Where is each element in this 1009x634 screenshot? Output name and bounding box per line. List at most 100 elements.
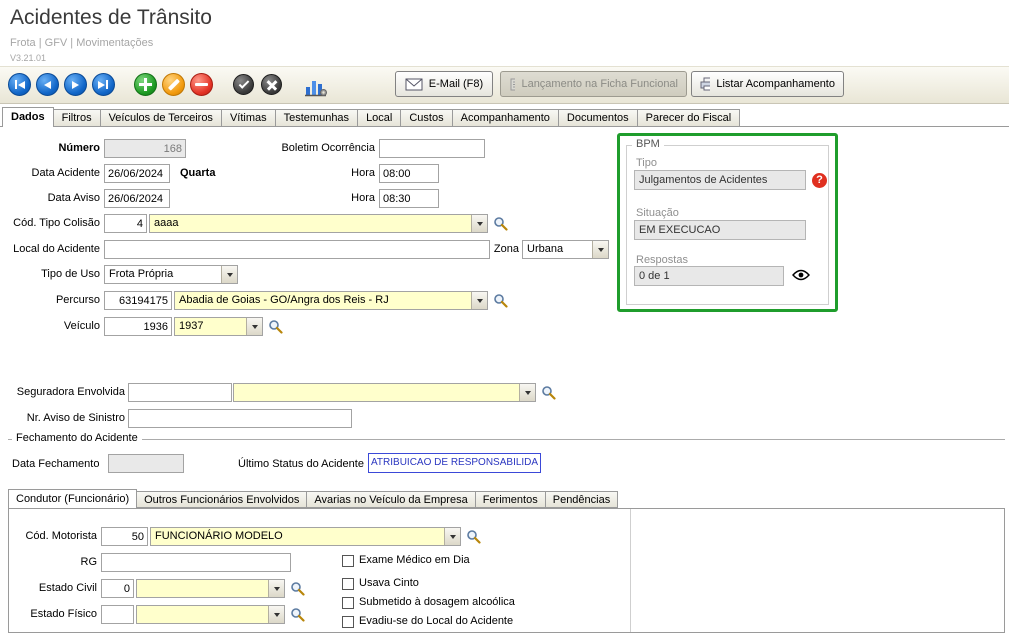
tab-acompanhamento[interactable]: Acompanhamento [453,109,559,127]
add-record-button[interactable] [134,73,157,96]
rg-label: RG [0,553,97,572]
fechamento-group-title: Fechamento do Acidente [12,432,142,444]
estado-civil-combo[interactable] [136,579,285,598]
dropdown-arrow-icon[interactable] [444,528,460,545]
version-label: V3.21.01 [10,53,46,63]
listar-acompanhamento-button[interactable]: Listar Acompanhamento [691,71,844,97]
subtab-pendencias[interactable]: Pendências [546,491,619,508]
percurso-combo[interactable]: Abadia de Goias - GO/Angra dos Reis - RJ [174,291,488,310]
last-bar-icon [106,80,109,89]
checkbox-row-exame-medico: Exame Médico em Dia [342,554,470,567]
bpm-help-icon[interactable]: ? [812,173,827,188]
tab-testemunhas[interactable]: Testemunhas [276,109,358,127]
subtab-avarias-veiculo[interactable]: Avarias no Veículo da Empresa [307,491,475,508]
data-aviso-field[interactable] [104,189,170,208]
seguradora-combo[interactable] [233,383,536,402]
zona-combo-value: Urbana [527,241,590,258]
delete-record-button[interactable] [190,73,213,96]
rg-field[interactable] [101,553,291,572]
dropdown-arrow-icon[interactable] [519,384,535,401]
plus-icon [139,78,152,91]
edit-record-button[interactable] [162,73,185,96]
nav-first-button[interactable] [8,73,31,96]
estado-civil-combo-value [141,580,266,597]
estado-fisico-code-field[interactable] [101,605,134,624]
estado-fisico-combo[interactable] [136,605,285,624]
subtab-condutor-funcionario[interactable]: Condutor (Funcionário) [8,489,137,508]
subtab-ferimentos[interactable]: Ferimentos [476,491,546,508]
cod-tipo-colisao-combo[interactable]: aaaa [149,214,488,233]
nr-aviso-sinistro-label: Nr. Aviso de Sinistro [0,409,125,428]
tab-custos[interactable]: Custos [401,109,452,127]
dropdown-arrow-icon[interactable] [471,215,487,232]
tab-veiculos-de-terceiros[interactable]: Veículos de Terceiros [101,109,222,127]
estado-fisico-combo-value [141,606,266,623]
cancel-button[interactable] [261,74,282,95]
chart-report-button[interactable] [303,74,329,98]
veiculo-combo[interactable]: 1937 [174,317,263,336]
email-button[interactable]: E-Mail (F8) [395,71,493,97]
cod-motorista-lookup-icon[interactable] [466,529,482,545]
subtab-outros-funcionarios[interactable]: Outros Funcionários Envolvidos [137,491,307,508]
breadcrumb: Frota | GFV | Movimentações [10,37,153,49]
nav-next-button[interactable] [64,73,87,96]
zona-combo[interactable]: Urbana [522,240,609,259]
envelope-icon [405,78,423,91]
bpm-eye-icon[interactable] [792,269,810,284]
nav-prev-button[interactable] [36,73,59,96]
tab-dados[interactable]: Dados [2,107,54,127]
tab-documentos[interactable]: Documentos [559,109,638,127]
bar-chart-icon [304,76,328,97]
cod-motorista-code-field[interactable] [101,527,148,546]
checkbox-row-usava-cinto: Usava Cinto [342,577,419,590]
usava-cinto-checkbox[interactable] [342,578,354,590]
cod-tipo-colisao-label: Cód. Tipo Colisão [0,214,100,233]
dropdown-arrow-icon[interactable] [268,580,284,597]
estado-civil-code-field[interactable] [101,579,134,598]
veiculo-lookup-icon[interactable] [268,319,284,335]
tab-local[interactable]: Local [358,109,401,127]
exame-medico-checkbox[interactable] [342,555,354,567]
seguradora-code-field[interactable] [128,383,232,402]
dropdown-arrow-icon[interactable] [471,292,487,309]
bpm-situacao-label: Situação [636,204,679,223]
sub-tabbar: Condutor (Funcionário) Outros Funcionári… [8,489,618,508]
dropdown-arrow-icon[interactable] [592,241,608,258]
tab-vitimas[interactable]: Vítimas [222,109,276,127]
estado-fisico-lookup-icon[interactable] [290,607,306,623]
evadiu-se-checkbox[interactable] [342,616,354,628]
seguradora-lookup-icon[interactable] [541,385,557,401]
cod-tipo-colisao-lookup-icon[interactable] [493,216,509,232]
first-bar-icon [15,80,18,89]
confirm-button[interactable] [233,74,254,95]
nav-last-button[interactable] [92,73,115,96]
cod-motorista-combo-value: FUNCIONÁRIO MODELO [155,528,442,545]
tab-parecer-do-fiscal[interactable]: Parecer do Fiscal [638,109,741,127]
tipo-de-uso-combo[interactable]: Frota Própria [104,265,238,284]
dosagem-alcoolica-checkbox[interactable] [342,597,354,609]
fechamento-group-border [8,439,1005,440]
data-acidente-field[interactable] [104,164,170,183]
dropdown-arrow-icon[interactable] [246,318,262,335]
cod-tipo-colisao-code-field[interactable] [104,214,147,233]
numero-label: Número [0,139,100,158]
boletim-ocorrencia-field[interactable] [379,139,485,158]
cod-motorista-combo[interactable]: FUNCIONÁRIO MODELO [150,527,461,546]
seguradora-combo-value [238,384,517,401]
bpm-title: BPM [632,138,664,150]
printer-icon [700,77,710,91]
hora-aviso-field[interactable] [379,189,439,208]
seguradora-label: Seguradora Envolvida [0,383,125,402]
estado-civil-lookup-icon[interactable] [290,581,306,597]
percurso-lookup-icon[interactable] [493,293,509,309]
nr-aviso-sinistro-field[interactable] [128,409,352,428]
dropdown-arrow-icon[interactable] [268,606,284,623]
dropdown-arrow-icon[interactable] [221,266,237,283]
data-fechamento-field [108,454,184,473]
tab-filtros[interactable]: Filtros [54,109,101,127]
first-arrow-icon [18,81,25,89]
veiculo-code-field[interactable] [104,317,172,336]
hora-acidente-field[interactable] [379,164,439,183]
percurso-code-field[interactable] [104,291,172,310]
local-acidente-field[interactable] [104,240,490,259]
